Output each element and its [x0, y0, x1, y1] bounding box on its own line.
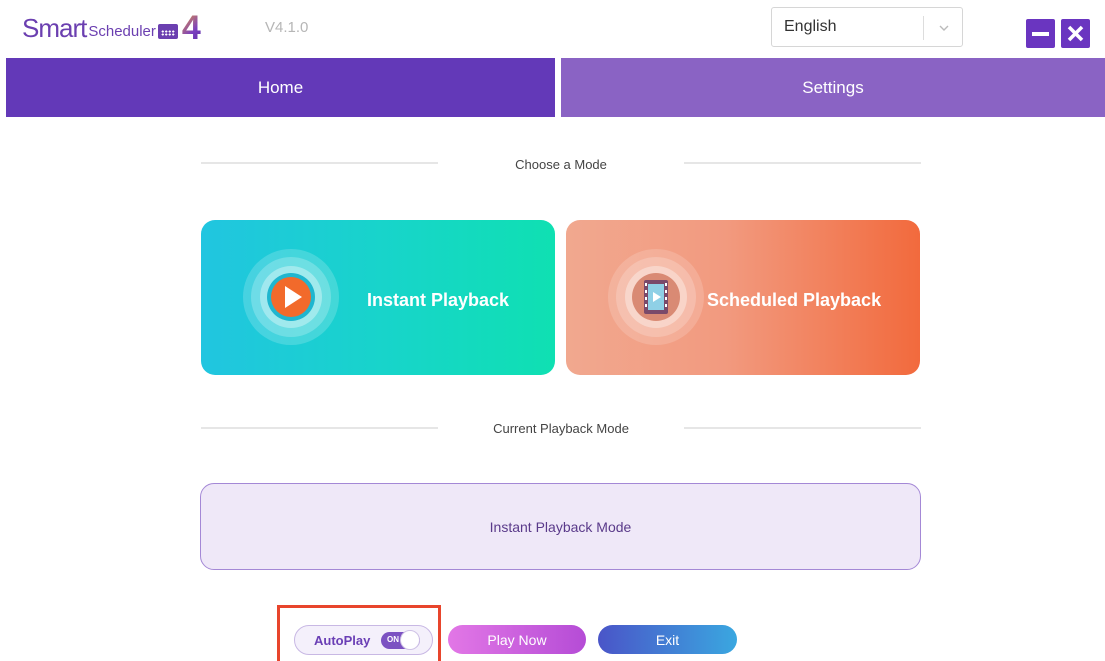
minimize-icon: [1032, 32, 1049, 36]
logo-scheduler-text: Scheduler: [88, 22, 156, 40]
current-mode-display: Instant Playback Mode: [200, 483, 921, 570]
film-icon: [606, 247, 706, 347]
main-tabs: Home Settings: [6, 58, 1105, 117]
current-mode-value: Instant Playback Mode: [489, 518, 632, 535]
tab-home-label: Home: [257, 77, 304, 97]
autoplay-toggle[interactable]: ON: [381, 630, 420, 650]
play-now-button[interactable]: Play Now: [448, 625, 586, 654]
tab-home[interactable]: Home: [6, 58, 555, 117]
calendar-icon: [157, 23, 178, 39]
divider-right: [684, 162, 921, 164]
chevron-down-icon[interactable]: [934, 16, 954, 40]
exit-label: Exit: [655, 631, 680, 648]
app-logo: Smart Scheduler 4: [22, 8, 201, 48]
header: Smart Scheduler 4 V4.1.0 English: [0, 0, 1105, 58]
play-now-label: Play Now: [487, 631, 547, 648]
instant-playback-title: Instant Playback: [367, 290, 510, 310]
divider-right-2: [684, 427, 921, 429]
play-icon: [241, 247, 341, 347]
choose-mode-label: Choose a Mode: [515, 157, 607, 172]
divider-left-2: [201, 427, 438, 429]
divider-left: [201, 162, 438, 164]
autoplay-toggle-text: ON: [387, 635, 399, 644]
tab-settings-label: Settings: [802, 77, 864, 97]
close-button[interactable]: [1061, 19, 1090, 48]
exit-button[interactable]: Exit: [598, 625, 737, 654]
logo-version-number: 4: [181, 9, 201, 47]
current-mode-label: Current Playback Mode: [493, 421, 629, 436]
language-select-separator: [923, 16, 924, 40]
autoplay-label: AutoPlay: [314, 633, 371, 648]
minimize-button[interactable]: [1026, 19, 1055, 48]
autoplay-toggle-knob: [400, 630, 420, 650]
language-select[interactable]: English: [771, 7, 963, 47]
close-icon: [1067, 25, 1084, 42]
autoplay-control[interactable]: AutoPlay ON: [294, 625, 433, 655]
language-select-value: English: [784, 18, 837, 35]
tab-settings[interactable]: Settings: [560, 58, 1105, 117]
version-label: V4.1.0: [265, 19, 309, 36]
scheduled-playback-title: Scheduled Playback: [707, 290, 882, 310]
logo-smart-text: Smart: [22, 12, 87, 43]
instant-playback-card[interactable]: Instant Playback: [201, 220, 555, 375]
scheduled-playback-card[interactable]: Scheduled Playback: [566, 220, 920, 375]
